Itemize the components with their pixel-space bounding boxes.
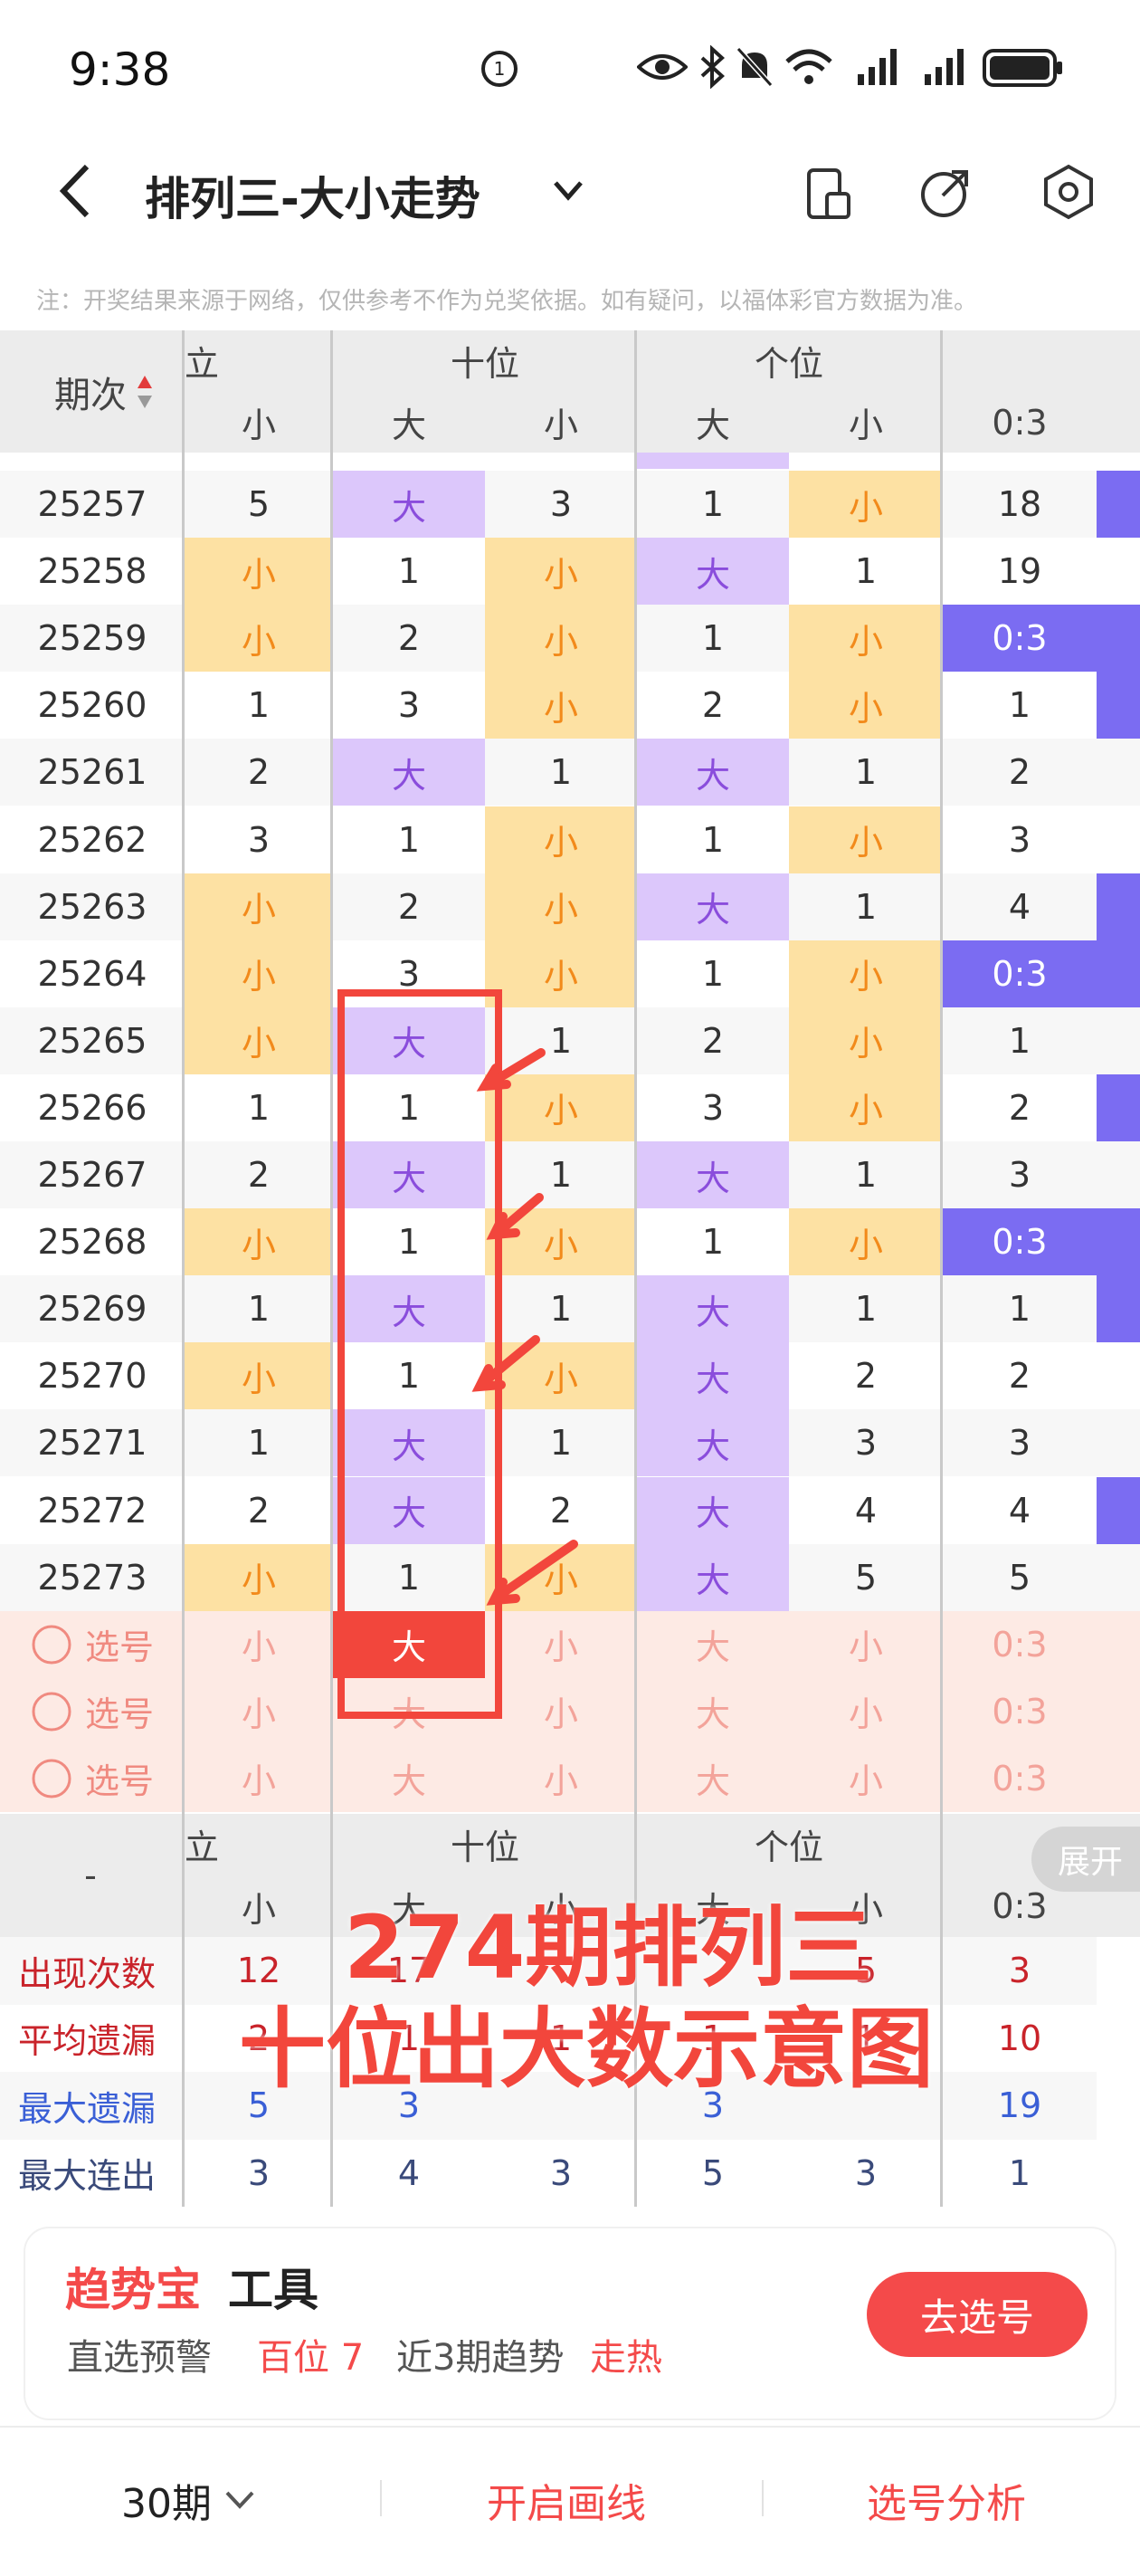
pick-analysis-button[interactable]: 选号分析	[867, 2471, 1026, 2529]
tool-brand: 趋势宝	[65, 2264, 201, 2316]
divider	[762, 2480, 764, 2516]
chevron-down-icon	[225, 2491, 254, 2509]
trend-value: 走热	[590, 2337, 662, 2379]
annotation-caption-2: 十位出大数示意图	[239, 1999, 934, 2100]
warn-value: 百位 7	[257, 2337, 365, 2379]
periods-selector[interactable]: 30期	[121, 2471, 255, 2529]
red-annotation	[337, 989, 578, 1719]
go-pick-button[interactable]: 去选号	[867, 2272, 1088, 2357]
trend-label: 近3期趋势	[396, 2337, 565, 2379]
periods-label: 30期	[121, 2481, 212, 2527]
tool-name: 工具	[228, 2264, 318, 2316]
draw-line-button[interactable]: 开启画线	[487, 2471, 646, 2529]
annotation-line-1: 274期排列三	[344, 1897, 873, 1999]
annotation-line-2: 十位出大数示意图	[239, 1999, 934, 2100]
annotation-caption: 274期排列三	[344, 1897, 873, 1999]
divider	[380, 2480, 382, 2516]
warn-label: 直选预警	[67, 2337, 212, 2379]
